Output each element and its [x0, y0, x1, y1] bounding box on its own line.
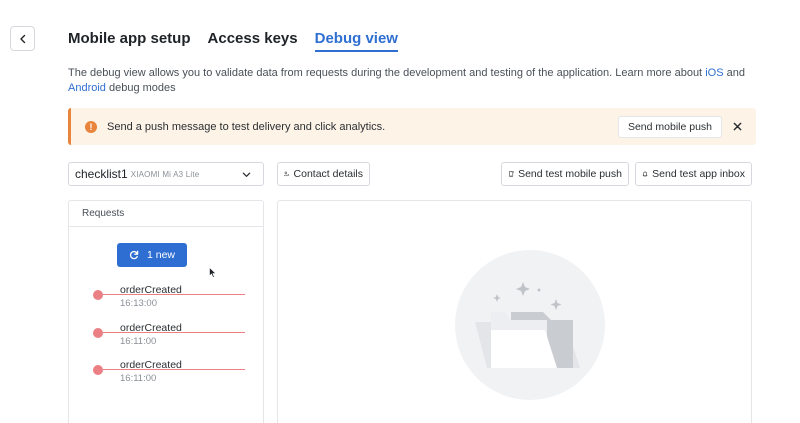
- close-banner-button[interactable]: [722, 122, 752, 131]
- send-mobile-push-button[interactable]: Send mobile push: [618, 115, 722, 138]
- error-status-dot: [93, 328, 103, 338]
- requests-header: Requests: [69, 201, 263, 227]
- load-new-requests-button[interactable]: 1 new: [117, 243, 187, 267]
- mouse-cursor-icon: [209, 267, 217, 278]
- empty-folder-icon: [455, 250, 605, 400]
- banner-text: Send a push message to test delivery and…: [107, 120, 386, 133]
- contact-details-label: Contact details: [293, 168, 363, 180]
- request-time: 16:11:00: [120, 373, 157, 384]
- contact-details-button[interactable]: Contact details: [277, 162, 370, 186]
- description-text: debug modes: [105, 82, 176, 94]
- device-name: checklist1: [75, 167, 128, 181]
- send-test-app-inbox-label: Send test app inbox: [652, 168, 745, 180]
- send-test-mobile-push-label: Send test mobile push: [518, 168, 622, 180]
- chevron-left-icon: [19, 34, 25, 43]
- send-test-app-inbox-button[interactable]: Send test app inbox: [635, 162, 752, 186]
- request-name: orderCreated: [120, 359, 182, 371]
- device-select[interactable]: checklist1 XIAOMI Mi A3 Lite: [68, 162, 264, 186]
- page-description: The debug view allows you to validate da…: [68, 66, 768, 96]
- ios-link[interactable]: iOS: [705, 67, 723, 79]
- refresh-icon: [129, 250, 139, 260]
- error-status-dot: [93, 365, 103, 375]
- tab-mobile-app-setup[interactable]: Mobile app setup: [68, 30, 191, 52]
- request-item[interactable]: orderCreated 16:11:00: [93, 359, 253, 387]
- request-name: orderCreated: [120, 284, 182, 296]
- tab-debug-view[interactable]: Debug view: [314, 30, 398, 52]
- request-time: 16:13:00: [120, 298, 157, 309]
- request-item[interactable]: orderCreated 16:13:00: [93, 284, 253, 312]
- contact-icon: [284, 171, 290, 177]
- back-button[interactable]: [10, 26, 35, 51]
- description-text: and: [723, 67, 745, 79]
- request-name: orderCreated: [120, 322, 182, 334]
- close-icon: [733, 122, 741, 131]
- new-requests-label: 1 new: [146, 249, 176, 261]
- request-item[interactable]: orderCreated 16:11:00: [93, 322, 253, 350]
- description-text: The debug view allows you to validate da…: [68, 67, 706, 79]
- send-test-mobile-push-button[interactable]: Send test mobile push: [501, 162, 629, 186]
- android-link[interactable]: Android: [68, 82, 106, 94]
- bell-icon: [642, 171, 648, 177]
- phone-push-icon: [508, 171, 514, 177]
- exclamation-icon: !: [85, 120, 97, 133]
- chevron-down-icon: [242, 172, 251, 177]
- error-status-dot: [93, 290, 103, 300]
- tab-bar: Mobile app setup Access keys Debug view: [68, 30, 398, 52]
- tab-access-keys[interactable]: Access keys: [208, 30, 298, 52]
- info-banner: ! Send a push message to test delivery a…: [68, 108, 756, 145]
- requests-panel: Requests 1 new orderCreated 16:13:00 ord…: [68, 200, 264, 423]
- request-time: 16:11:00: [120, 336, 157, 347]
- device-model: XIAOMI Mi A3 Lite: [130, 169, 200, 179]
